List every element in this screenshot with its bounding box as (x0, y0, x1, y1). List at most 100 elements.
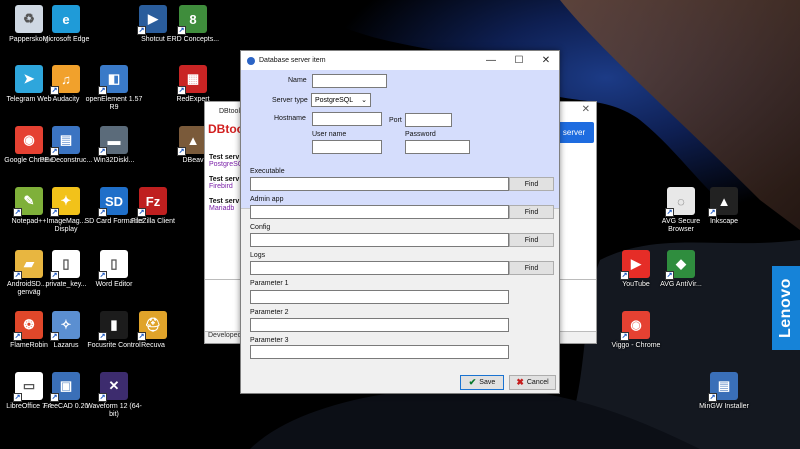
dialog-title: Database server item (259, 57, 326, 64)
parameter-3-field[interactable] (250, 345, 509, 359)
save-button[interactable]: ✔ Save (460, 375, 504, 390)
shortcut-arrow-icon: ↗ (98, 271, 107, 280)
parameter-1-label: Parameter 1 (250, 280, 289, 287)
edge-icon: e (52, 5, 80, 33)
add-server-button[interactable]: server (554, 122, 594, 143)
desktop-icon-label: AVG AntiVir... (660, 281, 702, 288)
shotcut-icon: ▶ ↗ (137, 5, 167, 35)
username-field[interactable] (312, 140, 382, 154)
logs-label: Logs (250, 252, 266, 259)
chrome-icon: ◉ ↗ (620, 311, 650, 341)
desktop-icon-label: Inkscape (709, 218, 739, 225)
recuva-icon: ⛑ ↗ (137, 311, 167, 341)
logs-field[interactable] (250, 261, 509, 275)
password-field[interactable] (405, 140, 470, 154)
shortcut-arrow-icon: ↗ (13, 271, 22, 280)
audacity-icon: ♫ ↗ (50, 65, 80, 95)
server-list-item[interactable]: Test serv PostgreSQ (209, 154, 243, 168)
desktop-icon[interactable]: ⛑ ↗ Recuva (124, 311, 182, 371)
shortcut-arrow-icon: ↗ (50, 393, 59, 402)
cancel-button[interactable]: ✖ Cancel (509, 375, 556, 390)
close-icon[interactable]: ✕ (532, 51, 560, 70)
hostname-label: Hostname (274, 115, 306, 122)
password-label: Password (405, 131, 436, 138)
desktop-icon-label: Recuva (141, 342, 165, 349)
desktop-icon[interactable]: ▲ ↗ Inkscape (695, 187, 753, 247)
erd-concepts-icon: 8 ↗ (177, 5, 207, 35)
avg-antivirus-icon: ◆ ↗ (665, 250, 695, 280)
find-admin-app-button[interactable]: Find (509, 205, 554, 219)
desktop-icon[interactable]: e Microsoft Edge (37, 5, 95, 65)
desktop-icon[interactable]: 8 ↗ ERD Concepts... (164, 5, 222, 65)
server-list-item[interactable]: Test serv Mariadb (209, 198, 239, 212)
config-label: Config (250, 224, 271, 231)
desktop-icon[interactable]: ◆ ↗ AVG AntiVir... (652, 250, 710, 310)
shortcut-arrow-icon: ↗ (137, 332, 146, 341)
desktop-icon-label: FileZilla Client (131, 218, 175, 225)
mingw-icon: ▤ ↗ (708, 372, 738, 402)
checkmark-icon: ✔ (468, 377, 477, 387)
desktop-icon-label: Word Editor (95, 281, 133, 288)
shortcut-arrow-icon: ↗ (665, 208, 674, 217)
server-type-label: Server type (272, 97, 308, 104)
shortcut-arrow-icon: ↗ (137, 208, 146, 217)
win32diskimager-icon: ▬ ↗ (98, 126, 128, 156)
desktop-icon[interactable]: ◧ ↗ openElement 1.57 R9 (85, 65, 143, 125)
parameter-3-label: Parameter 3 (250, 337, 289, 344)
database-server-item-dialog[interactable]: Database server item — ☐ ✕ Name Server t… (240, 50, 560, 394)
app-icon (247, 56, 255, 65)
admin-app-label: Admin app (250, 196, 284, 203)
filezilla-icon: Fz ↗ (137, 187, 167, 217)
desktop-icon-label: Microsoft Edge (42, 36, 90, 43)
freecad-icon: ▣ ↗ (50, 372, 80, 402)
parameter-2-label: Parameter 2 (250, 309, 289, 316)
server-type-select[interactable]: PostgreSQL ⌄ (311, 93, 371, 107)
desktop-icon[interactable]: Fz ↗ FileZilla Client (124, 187, 182, 247)
shortcut-arrow-icon: ↗ (177, 26, 186, 35)
avg-browser-icon: ◌ ↗ (665, 187, 695, 217)
shortcut-arrow-icon: ↗ (13, 332, 22, 341)
minimize-icon[interactable]: — (477, 51, 505, 70)
name-field[interactable] (312, 74, 387, 88)
openelement-icon: ◧ ↗ (98, 65, 128, 95)
dbeaver-icon: ▲ ↗ (177, 126, 207, 156)
lenovo-tab[interactable]: Lenovo (772, 266, 800, 350)
hostname-field[interactable] (312, 112, 382, 126)
desktop-icon[interactable]: ▯ ↗ Word Editor (85, 250, 143, 310)
desktop-icon[interactable]: ▬ ↗ Win32Diskl... (85, 126, 143, 186)
pe-deconstructor-icon: ▤ ↗ (50, 126, 80, 156)
shortcut-arrow-icon: ↗ (708, 208, 717, 217)
maximize-icon[interactable]: ☐ (505, 51, 533, 70)
waveform-icon: ✕ ↗ (98, 372, 128, 402)
port-field[interactable] (405, 113, 452, 127)
imagemagick-icon: ✦ ↗ (50, 187, 80, 217)
shortcut-arrow-icon: ↗ (50, 271, 59, 280)
desktop-icon[interactable]: ◉ ↗ Viggo - Chrome (607, 311, 665, 371)
find-logs-button[interactable]: Find (509, 261, 554, 275)
chevron-down-icon: ⌄ (361, 97, 367, 104)
dialog-titlebar[interactable]: Database server item — ☐ ✕ (241, 51, 559, 70)
desktop-icon[interactable]: ✕ ↗ Waveform 12 (64-bit) (85, 372, 143, 432)
find-executable-button[interactable]: Find (509, 177, 554, 191)
close-icon[interactable]: ✕ (582, 104, 590, 115)
executable-field[interactable] (250, 177, 509, 191)
shortcut-arrow-icon: ↗ (50, 208, 59, 217)
desktop-icon[interactable]: ▤ ↗ MinGW Installer (695, 372, 753, 432)
shortcut-arrow-icon: ↗ (98, 208, 107, 217)
executable-label: Executable (250, 168, 285, 175)
shortcut-arrow-icon: ↗ (98, 332, 107, 341)
port-label: Port (389, 117, 402, 124)
desktop-icon-label: Waveform 12 (64-bit) (86, 403, 142, 418)
shortcut-arrow-icon: ↗ (13, 393, 22, 402)
shortcut-arrow-icon: ↗ (50, 332, 59, 341)
inkscape-icon: ▲ ↗ (708, 187, 738, 217)
parameter-1-field[interactable] (250, 290, 509, 304)
shortcut-arrow-icon: ↗ (665, 271, 674, 280)
shortcut-arrow-icon: ↗ (177, 86, 186, 95)
find-config-button[interactable]: Find (509, 233, 554, 247)
shortcut-arrow-icon: ↗ (13, 208, 22, 217)
admin-app-field[interactable] (250, 205, 509, 219)
parameter-2-field[interactable] (250, 318, 509, 332)
config-field[interactable] (250, 233, 509, 247)
server-list-item[interactable]: Test serv Firebird (209, 176, 239, 190)
